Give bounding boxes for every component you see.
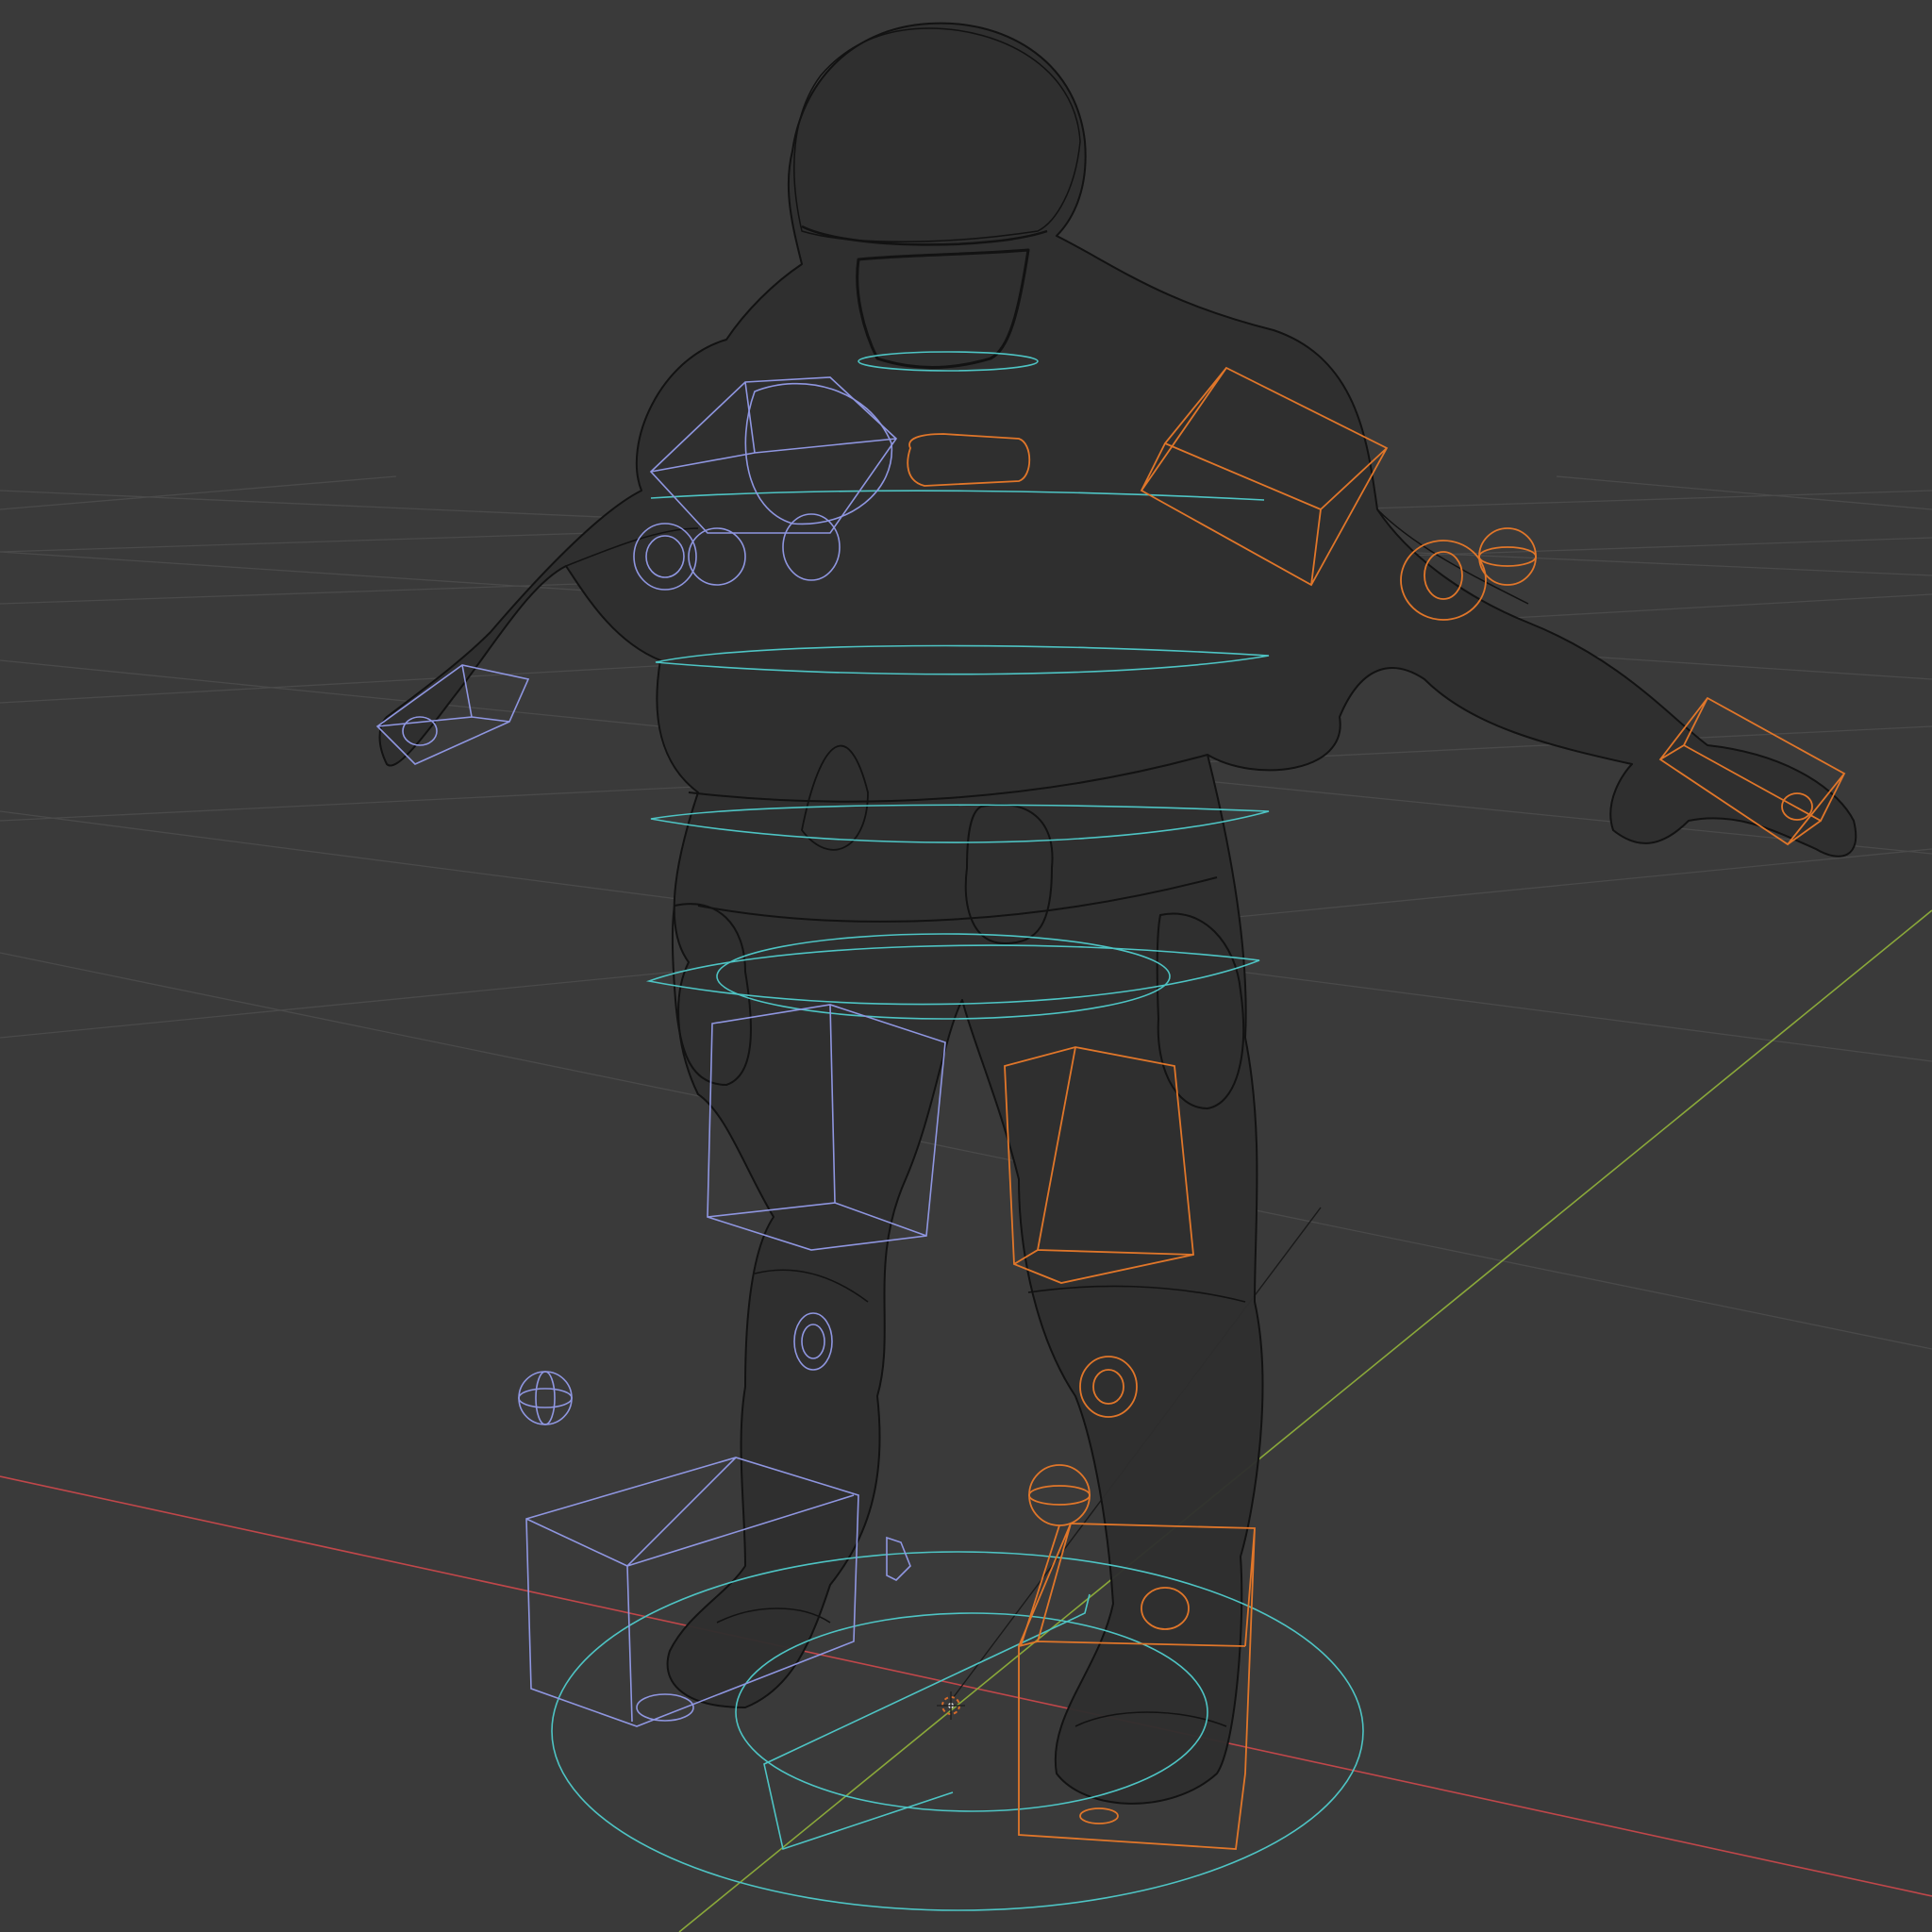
3d-cursor-icon[interactable]	[937, 1691, 965, 1720]
viewport-canvas[interactable]	[0, 0, 1932, 1932]
x-axis-line	[0, 1475, 1932, 1897]
empty-axes-icon[interactable]	[518, 1371, 573, 1425]
3d-viewport[interactable]	[0, 0, 1932, 1932]
right-ik-pole-control[interactable]	[1028, 1464, 1091, 1526]
character-mesh[interactable]	[378, 22, 1857, 1805]
